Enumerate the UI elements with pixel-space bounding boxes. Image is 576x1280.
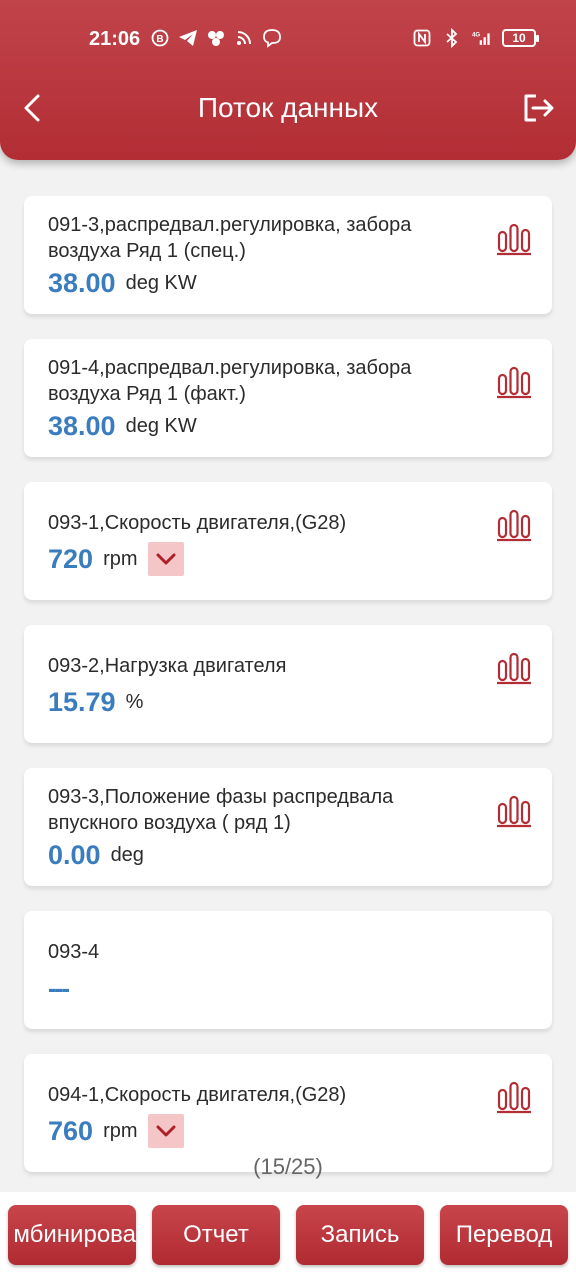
parameter-name: 093-1,Скорость двигателя,(G28) (48, 512, 347, 534)
svg-text:4G: 4G (472, 31, 480, 38)
chart-button[interactable] (496, 1078, 532, 1114)
combine-button-label: мбинирова (13, 1221, 136, 1248)
chevron-down-icon (156, 1125, 176, 1137)
status-time: 21:06 (89, 28, 141, 50)
list-item: 093-1,Скорость двигателя,(G28) 720 rpm (24, 482, 552, 600)
bar-chart-icon (497, 1081, 531, 1114)
parameter-value: --- (48, 973, 70, 1004)
chart-button[interactable] (496, 506, 532, 542)
list-item: 093-3,Положение фазы распредвала впускно… (24, 768, 552, 886)
value-number: --- (48, 973, 70, 1003)
chart-button[interactable] (496, 649, 532, 685)
list-item: 093-4 --- (24, 911, 552, 1029)
status-bar: 21:06 B 4G 10 (0, 24, 576, 54)
value-number: 760 (48, 1115, 94, 1146)
value-unit: deg (110, 844, 144, 866)
parameter-value: 0.00 deg (48, 840, 144, 871)
chart-button[interactable] (496, 363, 532, 399)
report-button-label: Отчет (183, 1221, 249, 1248)
combine-button[interactable]: мбинирова (8, 1205, 136, 1265)
value-unit: rpm (103, 547, 138, 570)
value-dropdown-button[interactable] (147, 1114, 184, 1148)
list-item: 093-2,Нагрузка двигателя 15.79 % (24, 625, 552, 743)
parameter-name: 091-4,распредвал.регулировка, забора воз… (48, 357, 412, 405)
bar-chart-icon (497, 223, 531, 256)
parameter-name: 091-3,распредвал.регулировка, забора воз… (48, 214, 412, 262)
exit-button[interactable] (518, 88, 558, 128)
viber-icon (262, 28, 282, 48)
svg-text:B: B (156, 34, 163, 45)
bar-chart-icon (497, 795, 531, 828)
parameter-name: 093-4 (48, 941, 100, 963)
parameter-value: 15.79 % (48, 687, 143, 718)
page-title: Поток данных (197, 92, 379, 123)
chart-button[interactable] (496, 220, 532, 256)
value-number: 0.00 (48, 840, 101, 870)
value-unit: deg KW (125, 415, 197, 437)
notification-icons: B (150, 28, 282, 48)
value-number: 38.00 (48, 411, 116, 441)
page-indicator: (15/25) (253, 1154, 323, 1179)
parameter-name: 093-3,Положение фазы распредвала впускно… (48, 786, 394, 834)
parameter-name: 094-1,Скорость двигателя,(G28) (48, 1084, 347, 1106)
b-icon: B (150, 28, 170, 48)
bluetooth-icon (442, 28, 462, 48)
value-dropdown-button[interactable] (147, 542, 184, 576)
telegram-icon (178, 28, 198, 48)
parameter-value: 38.00 deg KW (48, 411, 197, 442)
translate-button[interactable]: Перевод (440, 1205, 568, 1265)
bottom-toolbar: мбинирова Отчет Запись Перевод (0, 1192, 576, 1280)
nav-bar: Поток данных (0, 82, 576, 136)
signal-4g-icon: 4G (472, 28, 492, 48)
bar-chart-icon (497, 366, 531, 399)
logout-icon (524, 94, 554, 122)
value-unit: rpm (103, 1119, 138, 1142)
bar-chart-icon (497, 509, 531, 542)
parameter-value: 38.00 deg KW (48, 268, 197, 299)
battery-indicator: 10 (502, 29, 539, 47)
rss-icon (234, 28, 254, 48)
app-header: 21:06 B 4G 10 Поток данных (0, 0, 576, 160)
parameter-name: 093-2,Нагрузка двигателя (48, 655, 287, 677)
value-number: 720 (48, 543, 94, 574)
report-button[interactable]: Отчет (152, 1205, 280, 1265)
dots-icon (206, 28, 226, 48)
chart-button[interactable] (496, 792, 532, 828)
list-item: 091-4,распредвал.регулировка, забора воз… (24, 339, 552, 457)
value-unit: % (125, 691, 144, 713)
parameter-value: 760 rpm (48, 1114, 184, 1148)
nfc-icon (412, 28, 432, 48)
bar-chart-icon (497, 652, 531, 685)
record-button-label: Запись (320, 1221, 400, 1248)
record-button[interactable]: Запись (296, 1205, 424, 1265)
translate-button-label: Перевод (455, 1221, 553, 1248)
chevron-down-icon (156, 553, 176, 565)
list-item: 091-3,распредвал.регулировка, забора воз… (24, 196, 552, 314)
value-unit: deg KW (125, 272, 197, 294)
parameter-value: 720 rpm (48, 542, 184, 576)
value-number: 38.00 (48, 268, 116, 298)
system-icons: 4G 10 (412, 28, 539, 48)
value-number: 15.79 (48, 687, 116, 717)
